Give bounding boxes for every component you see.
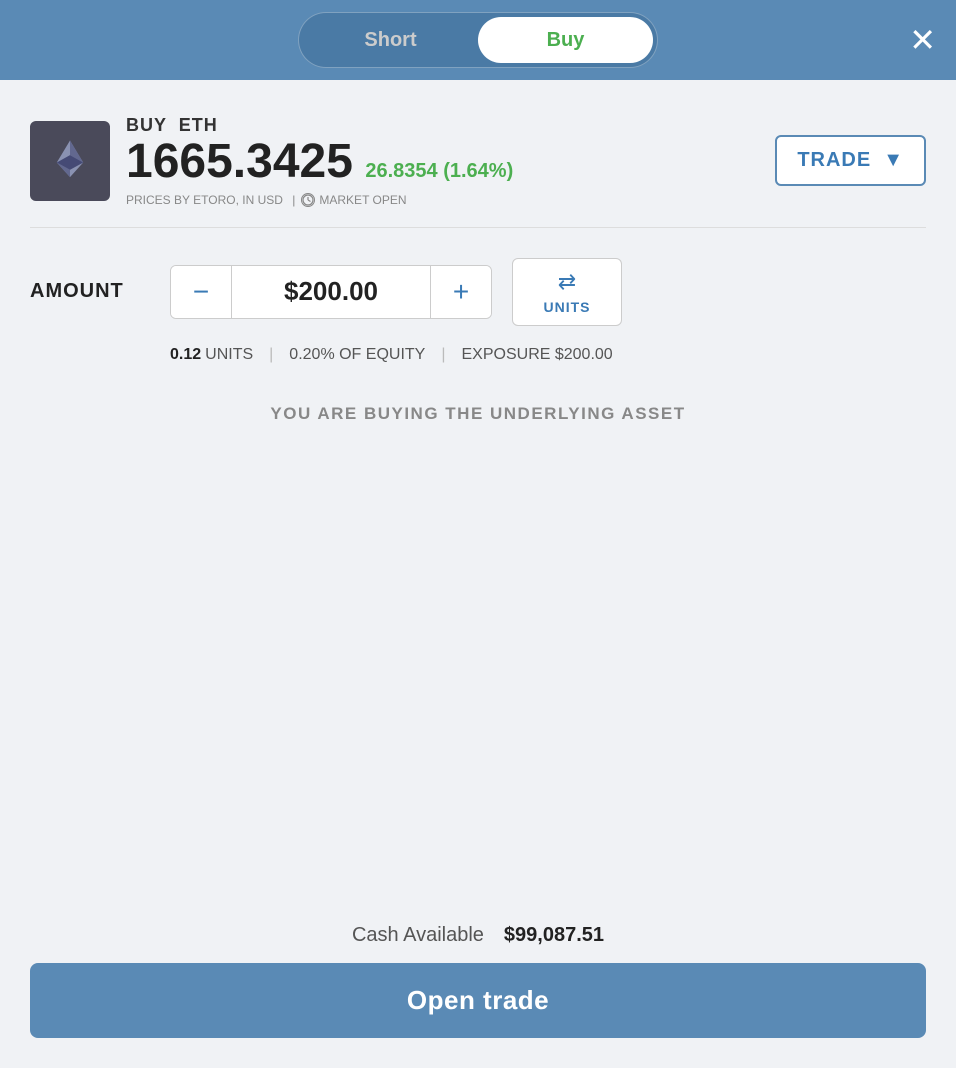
amount-meta: 0.12 UNITS | 0.20% OF EQUITY | EXPOSURE …	[170, 346, 926, 364]
price-row: 1665.3425 26.8354 (1.64%)	[126, 136, 513, 189]
decrease-button[interactable]: −	[171, 266, 231, 318]
asset-info: BUY ETH 1665.3425 26.8354 (1.64%) PRICES…	[30, 115, 513, 207]
price-value: 1665.3425	[126, 135, 353, 188]
amount-input[interactable]	[231, 266, 431, 318]
underlying-message: YOU ARE BUYING THE UNDERLYING ASSET	[30, 404, 926, 424]
units-label: UNITS	[544, 299, 591, 315]
buy-button[interactable]: Buy	[478, 17, 653, 63]
amount-control: − +	[170, 265, 492, 319]
toggle-container: Short Buy	[298, 12, 658, 68]
amount-label: AMOUNT	[30, 280, 150, 303]
footer: Cash Available $99,087.51 Open trade	[0, 904, 956, 1068]
cash-value: $99,087.51	[504, 924, 604, 947]
price-change: 26.8354 (1.64%)	[365, 160, 513, 182]
clock-icon	[301, 193, 315, 207]
open-trade-button[interactable]: Open trade	[30, 963, 926, 1038]
short-button[interactable]: Short	[303, 17, 478, 63]
action-label: BUY ETH	[126, 115, 513, 136]
cash-available: Cash Available $99,087.51	[30, 924, 926, 947]
market-open: MARKET OPEN	[301, 193, 406, 207]
main-content: BUY ETH 1665.3425 26.8354 (1.64%) PRICES…	[0, 80, 956, 1068]
increase-button[interactable]: +	[431, 266, 491, 318]
units-swap-icon: ⇄	[558, 269, 576, 295]
amount-section: AMOUNT − + ⇄ UNITS	[30, 258, 926, 326]
asset-row: BUY ETH 1665.3425 26.8354 (1.64%) PRICES…	[30, 100, 926, 228]
header: Short Buy ✕	[0, 0, 956, 80]
dropdown-arrow-icon: ▼	[883, 149, 904, 172]
trade-dropdown[interactable]: TRADE ▼	[775, 135, 926, 186]
close-button[interactable]: ✕	[909, 24, 936, 56]
eth-logo	[48, 139, 92, 183]
price-meta: PRICES BY ETORO, IN USD | MARKET OPEN	[126, 193, 513, 207]
asset-icon	[30, 121, 110, 201]
units-toggle-button[interactable]: ⇄ UNITS	[512, 258, 622, 326]
asset-details: BUY ETH 1665.3425 26.8354 (1.64%) PRICES…	[126, 115, 513, 207]
main-panel: BUY ETH 1665.3425 26.8354 (1.64%) PRICES…	[0, 80, 956, 1068]
